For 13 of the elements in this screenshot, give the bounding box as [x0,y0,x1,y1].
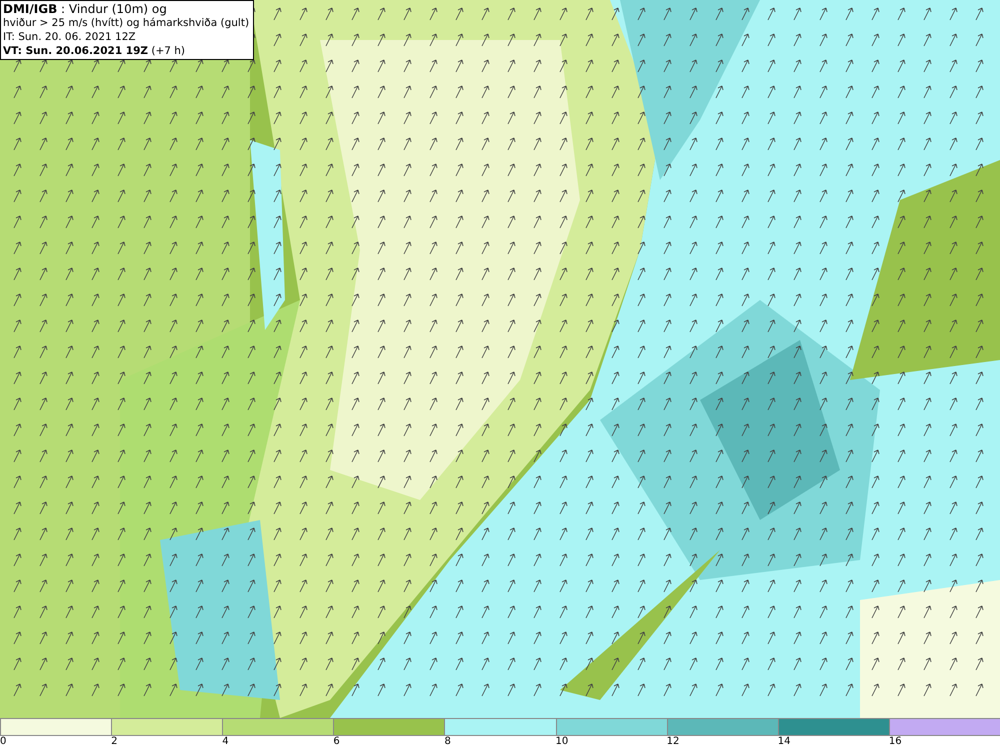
legend-tick-label: 14 [778,736,790,747]
legend-tick-label: 2 [111,736,118,747]
legend-tick-label: 16 [888,736,902,747]
title-line: hviður > 25 m/s (hvítt) og hámarkshviða (gult) [3,16,250,30]
title-line: VT: Sun. 20.06.2021 19Z (+7 h) [3,44,186,58]
legend-tick-label: 4 [222,736,229,747]
legend-tick-label: 6 [333,736,340,747]
legend-tick-label: 8 [444,736,451,747]
legend-tick-label: 0 [0,736,6,747]
legend-tick-label: 12 [666,736,680,747]
title-line: DMI/IGB : Vindur (10m) og [3,2,168,16]
title-line: IT: Sun. 20. 06. 2021 12Z [3,30,137,44]
legend-tick-label: 10 [556,736,568,747]
